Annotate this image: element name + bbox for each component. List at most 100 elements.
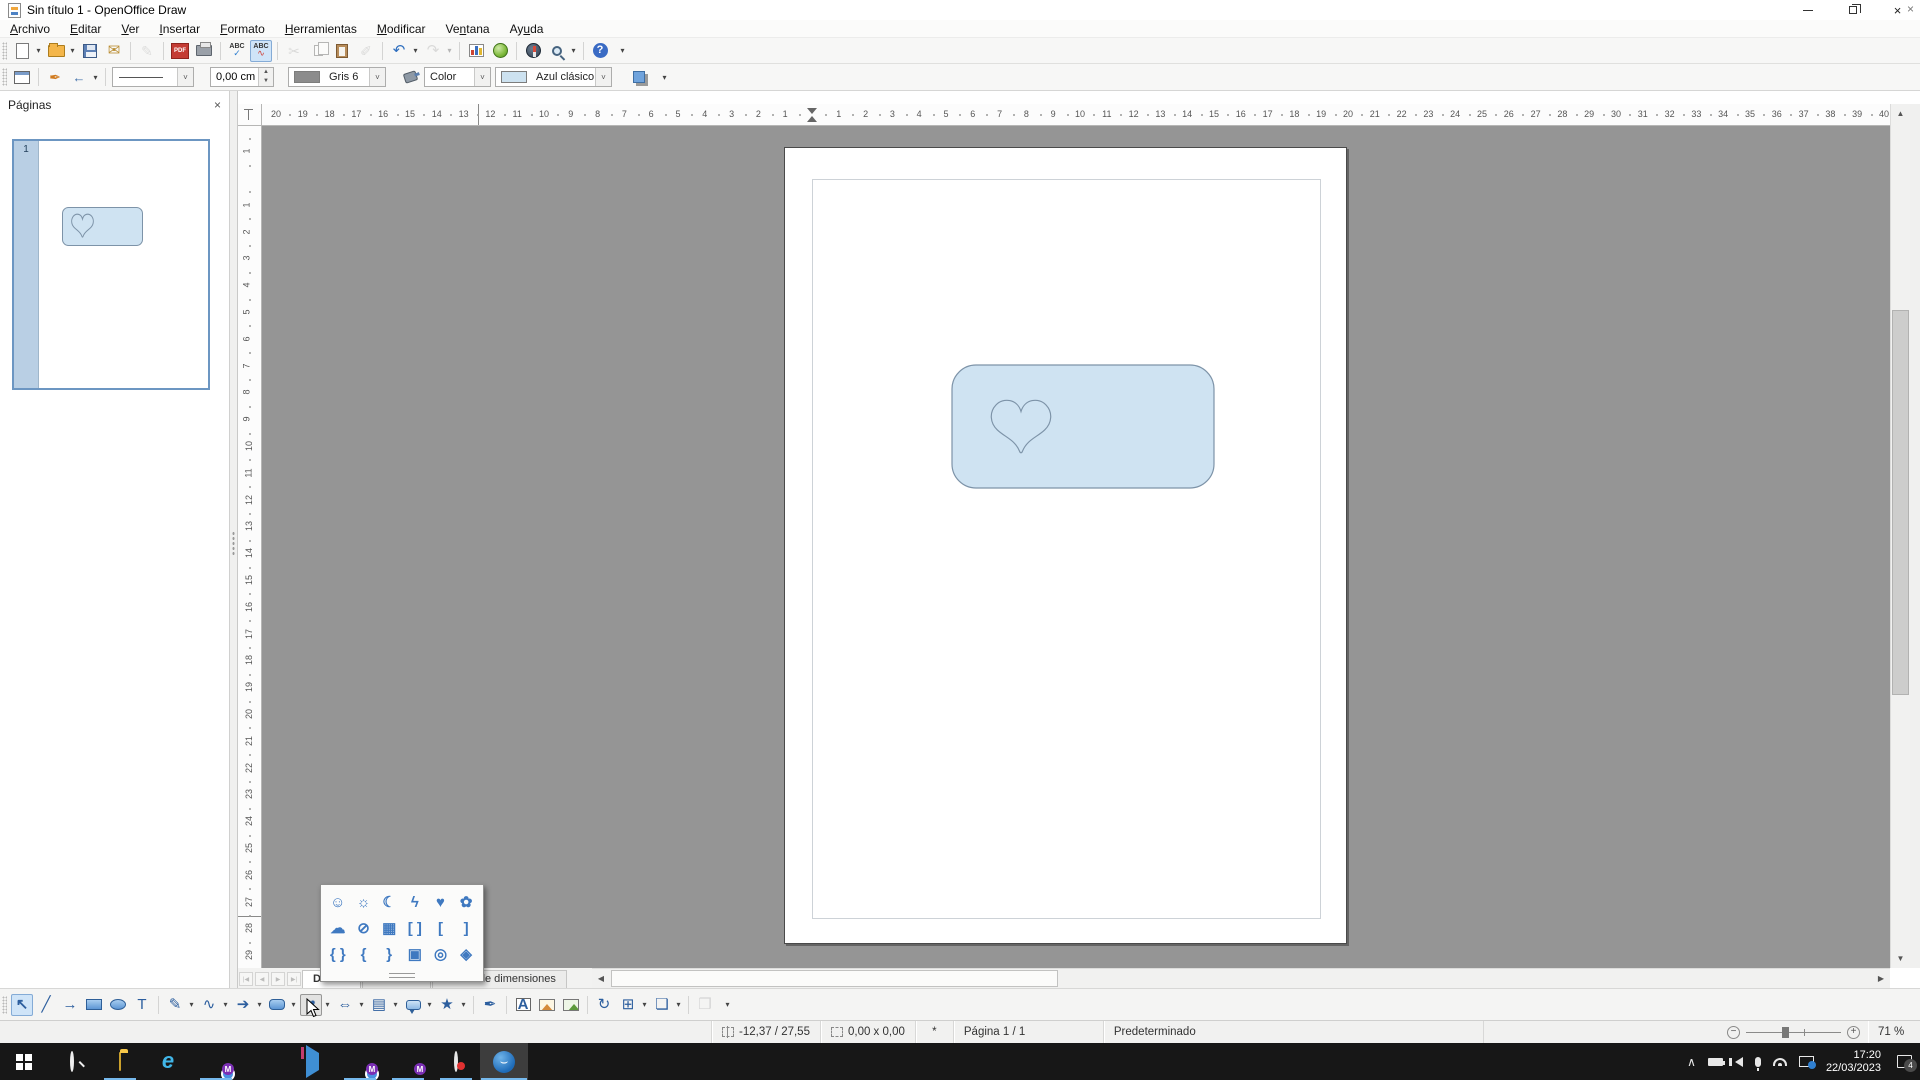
- menu-formato[interactable]: Formato: [210, 21, 275, 37]
- line-tool-button[interactable]: ╱: [35, 994, 57, 1016]
- speaker-icon[interactable]: [1735, 1057, 1743, 1067]
- document-close-button[interactable]: ×: [1907, 2, 1914, 16]
- open-button[interactable]: [45, 40, 67, 62]
- from-file-button[interactable]: [536, 994, 558, 1016]
- tray-chevron-icon[interactable]: ∧: [1687, 1055, 1696, 1069]
- file-explorer-taskbar-button[interactable]: [96, 1043, 144, 1080]
- block-arrows-tool-button[interactable]: ⇔: [334, 994, 356, 1016]
- zoom-slider-track[interactable]: [1746, 1032, 1841, 1033]
- menu-ventana[interactable]: Ventana: [436, 21, 500, 37]
- basic-shapes-tool-dropdown[interactable]: ▾: [289, 1000, 298, 1009]
- arrange-button[interactable]: ❏: [651, 994, 673, 1016]
- fill-color-combo[interactable]: Azul clásico ˅: [495, 67, 612, 87]
- standard-toolbar-overflow[interactable]: ▾: [618, 46, 627, 55]
- taskbar-clock[interactable]: 17:20 22/03/2023: [1826, 1049, 1881, 1075]
- internet-explorer-taskbar-button[interactable]: e: [144, 1043, 192, 1080]
- fontwork-button[interactable]: A: [512, 994, 534, 1016]
- alignment-dropdown[interactable]: ▾: [640, 1000, 649, 1009]
- edit-points-button[interactable]: ✒: [479, 994, 501, 1016]
- right-bracket-shape-icon[interactable]: ]: [453, 915, 479, 941]
- styles-window-button[interactable]: [11, 66, 33, 88]
- scroll-left-icon[interactable]: ◀: [592, 970, 610, 987]
- left-bracket-shape-icon[interactable]: [: [428, 915, 454, 941]
- vertical-scrollbar-thumb[interactable]: [1892, 310, 1909, 695]
- shadow-button[interactable]: [629, 66, 651, 88]
- fill-style-combo[interactable]: Color ˅: [424, 67, 491, 87]
- status-page-field[interactable]: Página 1 / 1: [954, 1021, 1104, 1043]
- curve-tool-dropdown[interactable]: ▾: [187, 1000, 196, 1009]
- undo-button[interactable]: ↶: [388, 40, 410, 62]
- paste-button[interactable]: [331, 40, 353, 62]
- line-dialog-button[interactable]: ✒: [44, 66, 66, 88]
- line-width-spinner[interactable]: 0,00 cm ▲▼: [210, 67, 274, 87]
- document-page[interactable]: [784, 147, 1347, 944]
- zoom-out-icon[interactable]: −: [1727, 1026, 1740, 1039]
- drawing-toolbar-overflow[interactable]: ▾: [723, 1000, 732, 1009]
- notification-icon[interactable]: 4: [1897, 1055, 1912, 1068]
- ellipse-tool-button[interactable]: [107, 994, 129, 1016]
- square-bevel-shape-icon[interactable]: ▣: [402, 941, 428, 967]
- heart-rounded-rectangle-shape[interactable]: [951, 364, 1216, 490]
- moon-shape-icon[interactable]: ☾: [376, 889, 402, 915]
- pages-panel-close-icon[interactable]: ×: [214, 98, 221, 112]
- toolbar-grip[interactable]: [2, 42, 7, 60]
- alignment-button[interactable]: ⊞: [617, 994, 639, 1016]
- gallery-button[interactable]: [489, 40, 511, 62]
- navigator-button[interactable]: [522, 40, 544, 62]
- line-style-combo[interactable]: ˅: [112, 67, 194, 87]
- zoom-slider-thumb[interactable]: [1782, 1027, 1789, 1038]
- page-thumbnail[interactable]: 1: [12, 139, 210, 390]
- chevron-down-icon[interactable]: ˅: [369, 68, 385, 86]
- basic-shapes-tool-button[interactable]: [266, 994, 288, 1016]
- horizontal-scrollbar[interactable]: ◀ ▶: [592, 968, 1890, 988]
- chevron-down-icon[interactable]: ˅: [474, 68, 490, 86]
- arrange-dropdown[interactable]: ▾: [674, 1000, 683, 1009]
- lightning-shape-icon[interactable]: ϟ: [402, 889, 428, 915]
- cast-icon[interactable]: [1799, 1056, 1814, 1067]
- rotate-button[interactable]: ↻: [593, 994, 615, 1016]
- restore-button[interactable]: [1830, 0, 1875, 20]
- callouts-tool-button[interactable]: [402, 994, 424, 1016]
- octagon-bevel-shape-icon[interactable]: ◎: [428, 941, 454, 967]
- toolbar-grip[interactable]: [2, 68, 7, 86]
- print-button[interactable]: [193, 40, 215, 62]
- education-app-taskbar-button[interactable]: M: [384, 1043, 432, 1080]
- symbol-shapes-tool-dropdown[interactable]: ▾: [323, 1000, 332, 1009]
- new-document-dropdown[interactable]: ▾: [34, 46, 43, 55]
- line-color-combo[interactable]: Gris 6 ˅: [288, 67, 386, 87]
- arrow-style-button[interactable]: ←: [68, 66, 90, 88]
- start-taskbar-button[interactable]: [0, 1043, 48, 1080]
- chevron-down-icon[interactable]: ˅: [595, 68, 611, 86]
- obs-taskbar-button[interactable]: [432, 1043, 480, 1080]
- lines-arrows-tool-button[interactable]: ➔: [232, 994, 254, 1016]
- menu-insertar[interactable]: Insertar: [149, 21, 210, 37]
- menu-herramientas[interactable]: Herramientas: [275, 21, 367, 37]
- gallery-tool-button[interactable]: [560, 994, 582, 1016]
- heart-shape-icon[interactable]: ♥: [428, 889, 454, 915]
- export-pdf-button[interactable]: PDF: [169, 40, 191, 62]
- spin-down-icon[interactable]: ▼: [259, 77, 273, 86]
- chevron-down-icon[interactable]: ˅: [177, 68, 193, 86]
- flowchart-tool-dropdown[interactable]: ▾: [391, 1000, 400, 1009]
- help-button[interactable]: ?: [589, 40, 611, 62]
- chart-button[interactable]: [465, 40, 487, 62]
- rectangle-tool-button[interactable]: [83, 994, 105, 1016]
- horizontal-scrollbar-thumb[interactable]: [611, 970, 1058, 987]
- prohibited-shape-icon[interactable]: ⊘: [351, 915, 377, 941]
- wifi-icon[interactable]: [1773, 1058, 1787, 1066]
- status-zoom-field[interactable]: 71 %: [1868, 1021, 1920, 1043]
- scroll-right-icon[interactable]: ▶: [1872, 970, 1890, 987]
- drawing-canvas[interactable]: [262, 126, 1890, 968]
- media-app-taskbar-button[interactable]: [288, 1043, 336, 1080]
- block-arrows-tool-dropdown[interactable]: ▾: [357, 1000, 366, 1009]
- zoom-button[interactable]: [546, 40, 568, 62]
- connector-tool-button[interactable]: ∿: [198, 994, 220, 1016]
- double-brace-shape-icon[interactable]: { }: [325, 941, 351, 967]
- popup-drag-handle[interactable]: [389, 973, 415, 978]
- flower-shape-icon[interactable]: ✿: [453, 889, 479, 915]
- panel-splitter[interactable]: [230, 91, 238, 988]
- arrow-line-tool-button[interactable]: →: [59, 994, 81, 1016]
- menu-ayuda[interactable]: Ayuda: [500, 21, 554, 37]
- open-dropdown[interactable]: ▾: [68, 46, 77, 55]
- microphone-icon[interactable]: [1755, 1057, 1761, 1067]
